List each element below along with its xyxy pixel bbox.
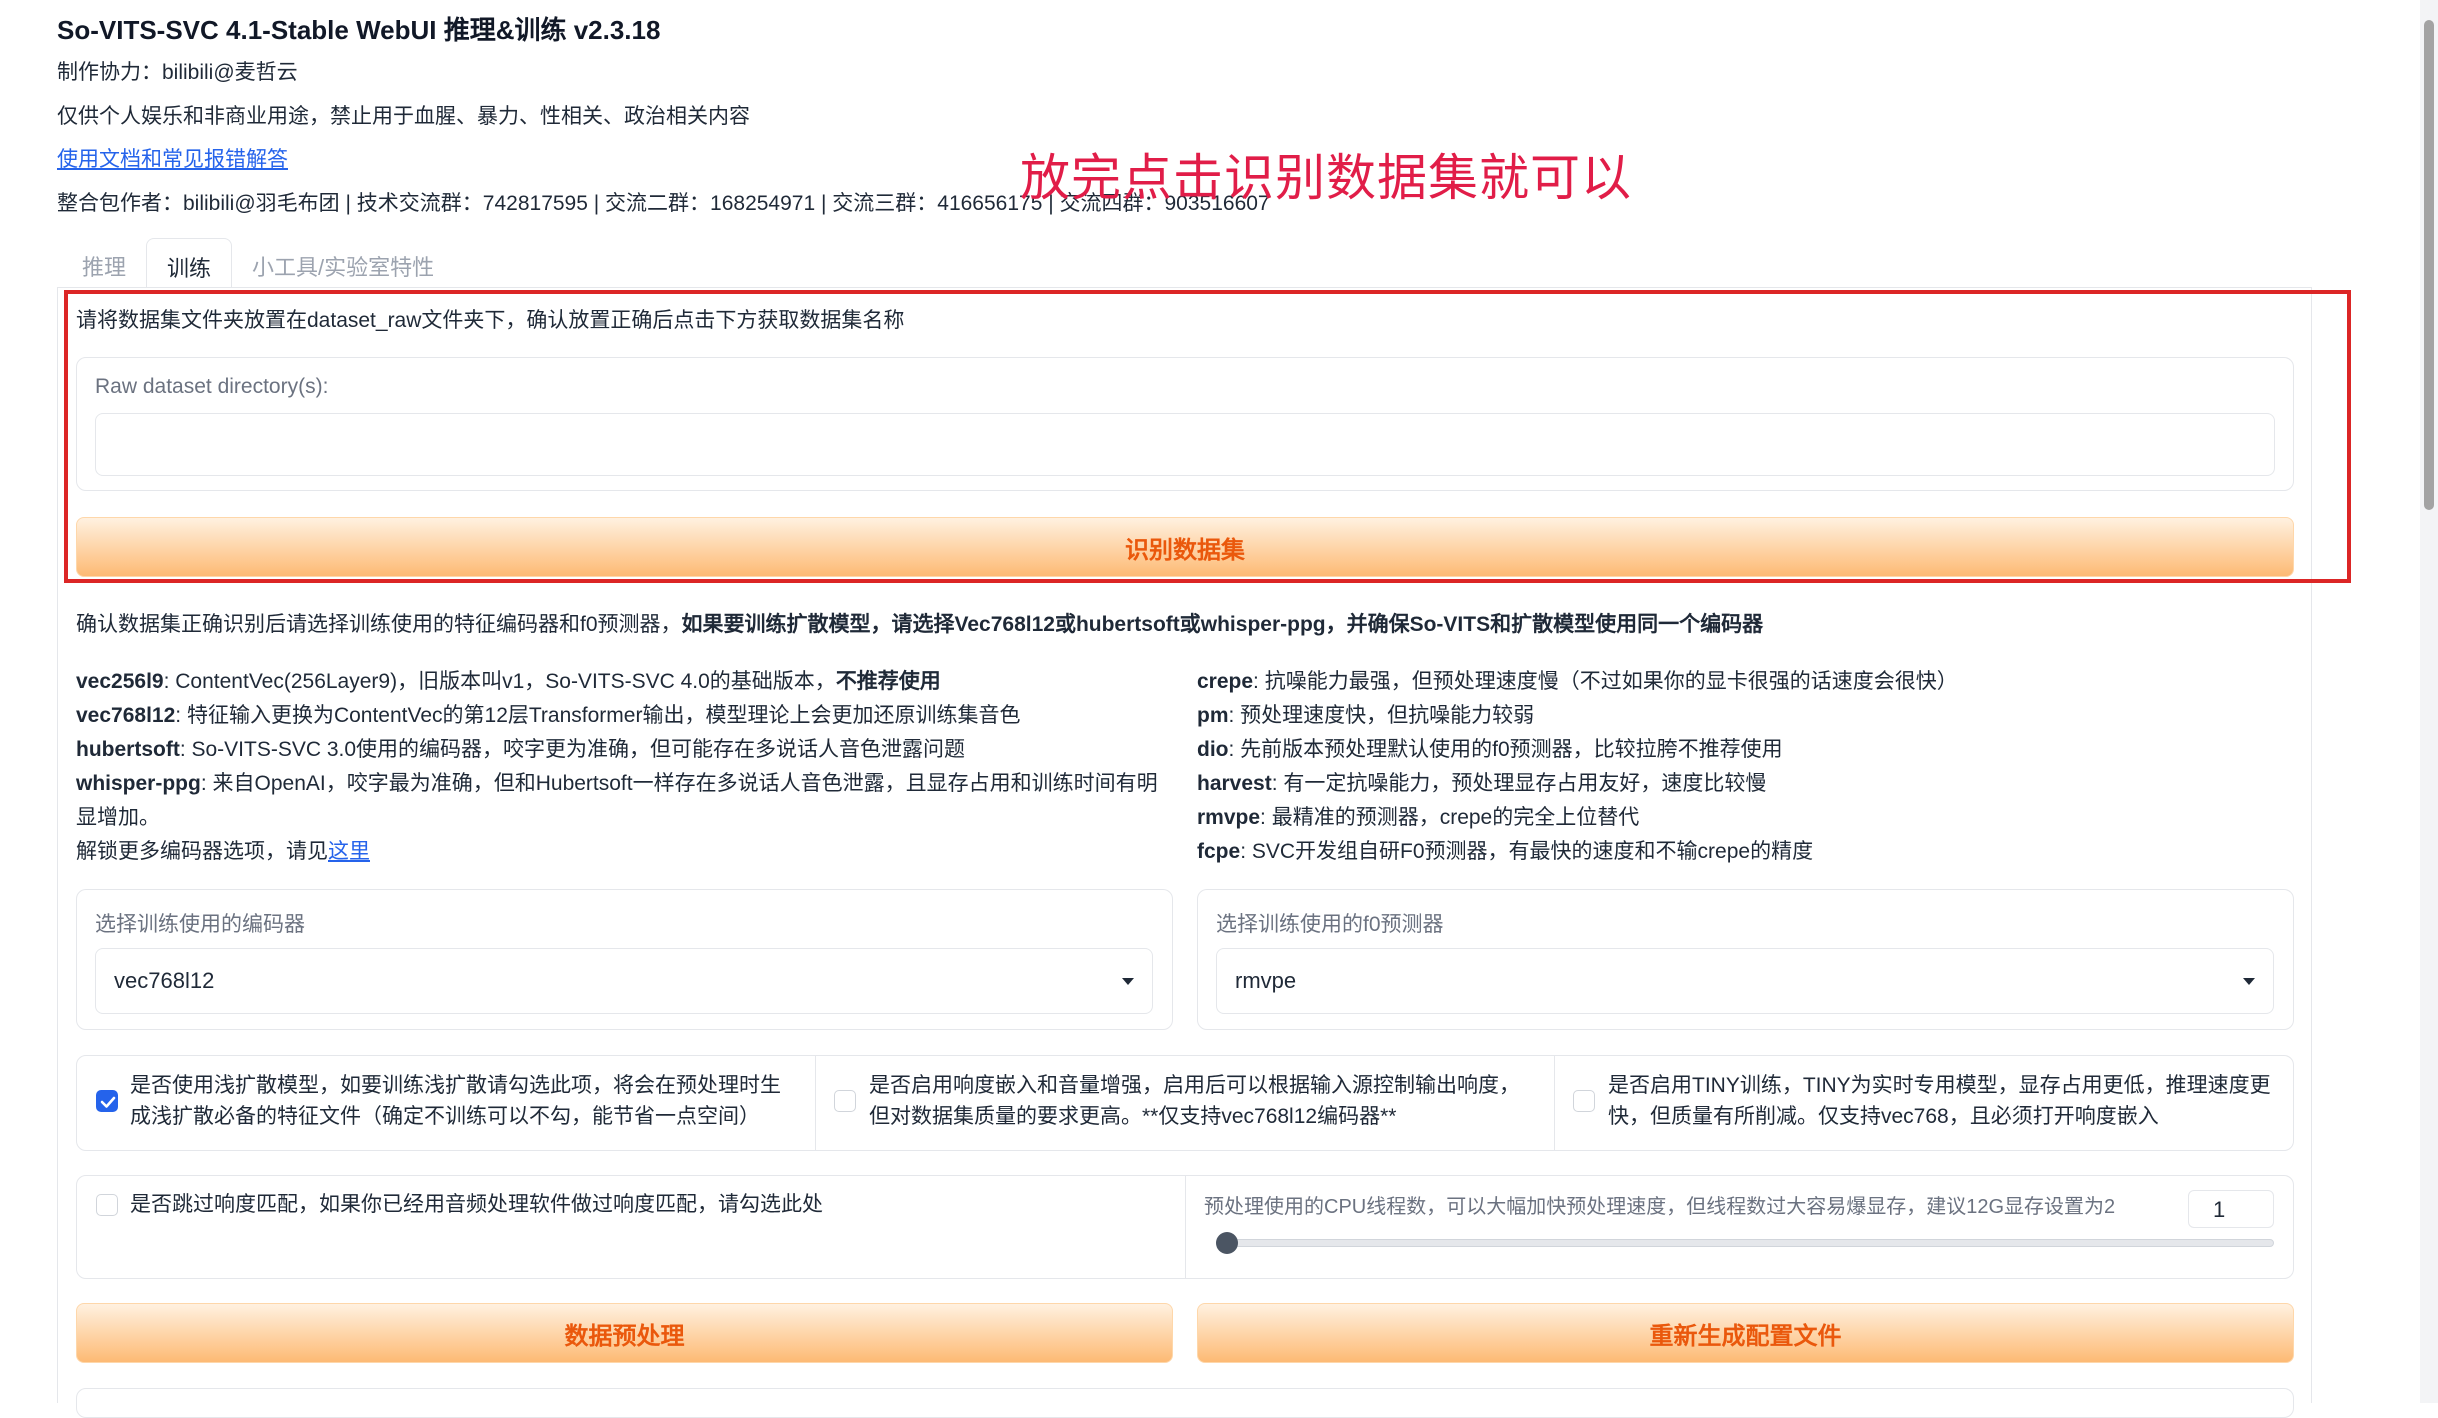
chevron-down-icon — [1122, 977, 1134, 985]
f0-descriptions: crepe: 抗噪能力最强，但预处理速度慢（不过如果你的显卡很强的话速度会很快）… — [1197, 665, 2297, 869]
tab-bar: 推理 训练 小工具/实验室特性 — [62, 238, 454, 288]
encoder-desc-item: hubertsoft: So-VITS-SVC 3.0使用的编码器，咬字更为准确… — [76, 738, 966, 761]
cpu-threads-label: 预处理使用的CPU线程数，可以大幅加快预处理速度，但线程数过大容易爆显存，建议1… — [1204, 1196, 2116, 1218]
divider — [1554, 1056, 1555, 1150]
shallow-diffusion-label: 是否使用浅扩散模型，如要训练浅扩散请勾选此项，将会在预处理时生 成浅扩散必备的特… — [130, 1074, 781, 1128]
divider — [1185, 1176, 1186, 1278]
shallow-diffusion-checkbox[interactable] — [96, 1090, 118, 1112]
check-icon — [100, 1096, 116, 1108]
f0-select[interactable]: rmvpe — [1216, 948, 2274, 1014]
regen-config-button[interactable]: 重新生成配置文件 — [1197, 1303, 2294, 1363]
unlock-link[interactable]: 这里 — [328, 840, 370, 863]
tiny-checkbox[interactable] — [1573, 1090, 1595, 1112]
loudness-embed-checkbox[interactable] — [834, 1090, 856, 1112]
docs-link[interactable]: 使用文档和常见报错解答 — [57, 143, 288, 173]
annotation-overlay: 放完点击识别数据集就可以 — [1020, 150, 1632, 206]
skip-loudness-checkbox[interactable] — [96, 1194, 118, 1216]
scrollbar-thumb[interactable] — [2424, 20, 2434, 510]
f0-desc-item: pm: 预处理速度快，但抗噪能力较弱 — [1197, 704, 1535, 727]
unlock-line: 解锁更多编码器选项，请见这里 — [76, 840, 370, 863]
divider — [815, 1056, 816, 1150]
preprocess-button[interactable]: 数据预处理 — [76, 1303, 1173, 1363]
f0-desc-item: dio: 先前版本预处理默认使用的f0预测器，比较拉胯不推荐使用 — [1197, 738, 1783, 761]
tab-training[interactable]: 训练 — [146, 238, 233, 288]
encoder-select[interactable]: vec768l12 — [95, 948, 1153, 1014]
f0-desc-item: rmvpe: 最精准的预测器，crepe的完全上位替代 — [1197, 806, 1640, 829]
encoder-select-value: vec768l12 — [114, 968, 215, 993]
encoder-intro-bold: 如果要训练扩散模型，请选择Vec768l12或hubertsoft或whispe… — [681, 613, 1764, 636]
f0-desc-item: fcpe: SVC开发组自研F0预测器，有最快的速度和不输crepe的精度 — [1197, 840, 1814, 863]
tab-panel-border — [57, 287, 2312, 288]
f0-select-label: 选择训练使用的f0预测器 — [1216, 913, 1444, 936]
next-block — [76, 1388, 2294, 1418]
encoder-intro-normal: 确认数据集正确识别后请选择训练使用的特征编码器和f0预测器， — [76, 613, 682, 636]
app-title: So-VITS-SVC 4.1-Stable WebUI 推理&训练 v2.3.… — [57, 15, 661, 45]
annotation-highlight-box — [64, 290, 2351, 583]
encoder-descriptions: vec256l9: ContentVec(256Layer9)，旧版本叫v1，S… — [76, 665, 1176, 869]
f0-desc-item: harvest: 有一定抗噪能力，预处理显存占用友好，速度比较慢 — [1197, 772, 1767, 795]
panel-border-left — [57, 287, 58, 1403]
credit-text: 制作协力：bilibili@麦哲云 — [57, 61, 298, 84]
cpu-threads-slider[interactable] — [1216, 1239, 2274, 1247]
tab-tools[interactable]: 小工具/实验室特性 — [232, 238, 454, 288]
encoder-desc-item: vec256l9: ContentVec(256Layer9)，旧版本叫v1，S… — [76, 670, 941, 693]
tiny-label: 是否启用TINY训练，TINY为实时专用模型，显存占用更低，推理速度更 快，但质… — [1608, 1074, 2271, 1128]
skip-loudness-label: 是否跳过响度匹配，如果你已经用音频处理软件做过响度匹配，请勾选此处 — [130, 1193, 823, 1216]
f0-select-value: rmvpe — [1235, 968, 1297, 993]
chevron-down-icon — [2243, 977, 2255, 985]
encoder-desc-item: vec768l12: 特征输入更换为ContentVec的第12层Transfo… — [76, 704, 1021, 727]
f0-desc-item: crepe: 抗噪能力最强，但预处理速度慢（不过如果你的显卡很强的话速度会很快） — [1197, 670, 1958, 693]
loudness-embed-label: 是否启用响度嵌入和音量增强，启用后可以根据输入源控制输出响度， 但对数据集质量的… — [869, 1074, 1520, 1128]
encoder-intro: 确认数据集正确识别后请选择训练使用的特征编码器和f0预测器，如果要训练扩散模型，… — [76, 608, 1763, 638]
cpu-threads-input[interactable]: 1 — [2188, 1190, 2274, 1228]
tab-inference[interactable]: 推理 — [62, 238, 146, 288]
slider-handle[interactable] — [1216, 1232, 1238, 1254]
encoder-desc-item: whisper-ppg: 来自OpenAI，咬字最为准确，但和Hubertsof… — [76, 772, 1158, 829]
notice-text: 仅供个人娱乐和非商业用途，禁止用于血腥、暴力、性相关、政治相关内容 — [57, 105, 750, 128]
encoder-select-label: 选择训练使用的编码器 — [95, 913, 305, 936]
